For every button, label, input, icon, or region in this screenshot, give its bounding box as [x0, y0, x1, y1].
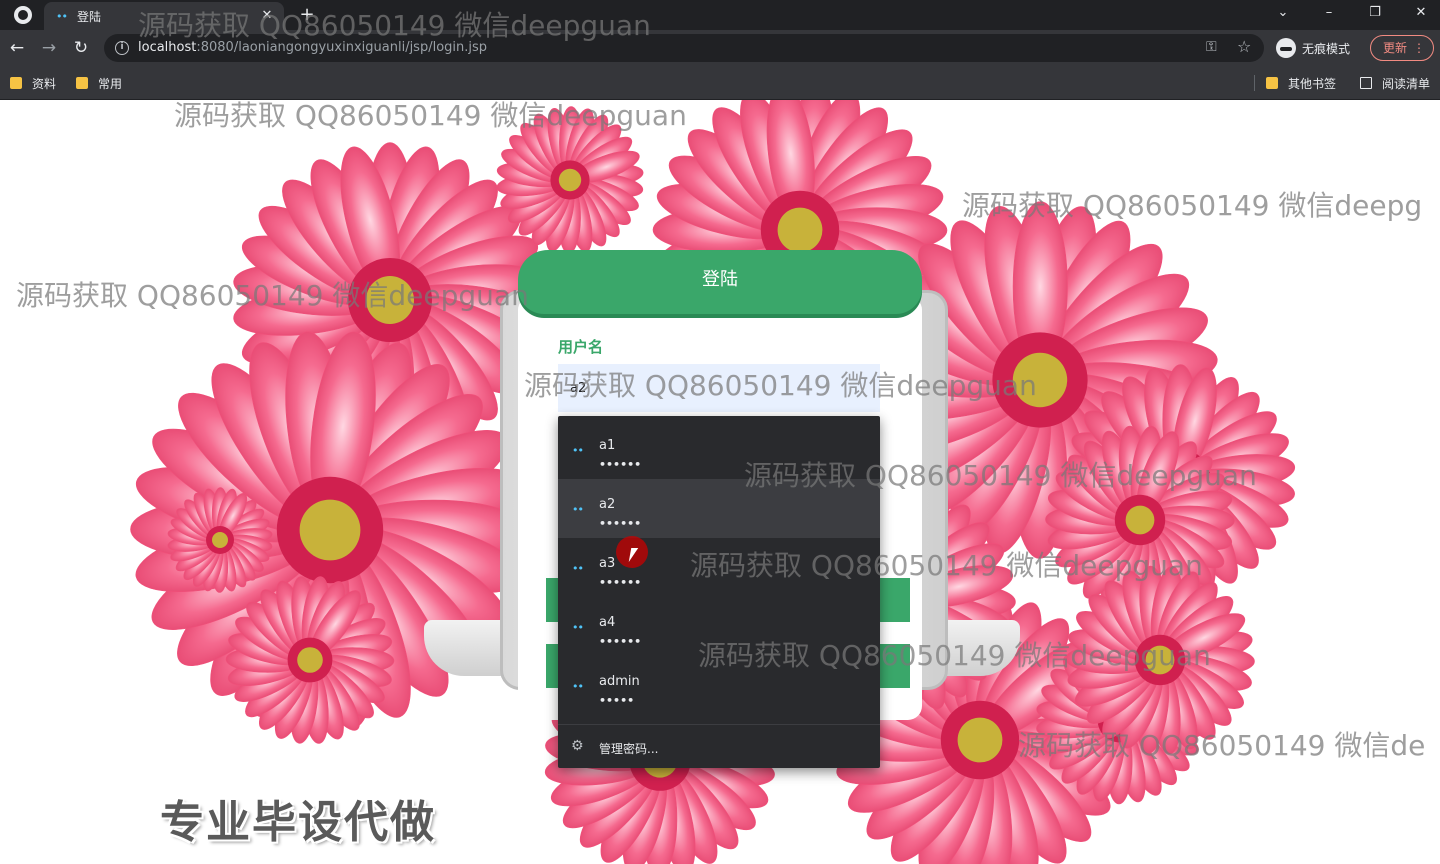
update-label: 更新	[1383, 41, 1408, 55]
autofill-divider	[558, 724, 880, 725]
autofill-username: a2	[599, 497, 616, 512]
url-path: :8080/laoniangongyuxinxiguanli/jsp/login…	[196, 40, 488, 55]
login-title: 登陆	[518, 250, 922, 314]
autofill-item-admin[interactable]: •• admin •••••	[558, 656, 880, 715]
autofill-username: a1	[599, 438, 616, 453]
bookmark-label: 常用	[98, 76, 123, 91]
username-label: 用户名	[558, 338, 604, 356]
folder-icon	[10, 77, 22, 89]
reading-list-label: 阅读清单	[1382, 76, 1431, 91]
autofill-password-mask: •••••	[599, 694, 635, 707]
promo-text: 专业毕设代做	[160, 797, 436, 848]
autofill-password-mask: ••••••	[599, 458, 642, 471]
restore-button[interactable]: ❐	[1360, 2, 1390, 24]
autofill-password-mask: ••••••	[599, 635, 642, 648]
autofill-username: admin	[599, 674, 640, 689]
address-toolbar: ← → ↻ i localhost:8080/laoniangongyuxinx…	[0, 30, 1440, 66]
back-arrow-icon[interactable]: ←	[6, 38, 28, 60]
autofill-password-mask: ••••••	[599, 576, 642, 589]
autofill-password-mask: ••••••	[599, 517, 642, 530]
tab-bar: •• 登陆 ✕ + ⌄ – ❐ ✕	[0, 0, 1440, 30]
key-icon: ••	[572, 680, 584, 693]
new-tab-button[interactable]: +	[296, 4, 318, 26]
autofill-username: a4	[599, 615, 616, 630]
url-host: localhost	[138, 40, 197, 55]
update-button[interactable]: 更新 ⋮	[1370, 35, 1434, 61]
password-autofill-dropdown: •• a1 •••••• •• a2 •••••• •• a3 •••••• •…	[558, 416, 880, 768]
manage-passwords-item[interactable]: ⚙ 管理密码...	[558, 728, 880, 768]
other-bookmarks[interactable]: 其他书签	[1266, 74, 1336, 92]
bookmark-folder-ziliao[interactable]: 资料	[10, 74, 56, 92]
close-window-button[interactable]: ✕	[1406, 2, 1436, 24]
incognito-label: 无痕模式	[1302, 41, 1351, 56]
bookmark-star-icon[interactable]: ☆	[1237, 37, 1251, 56]
key-icon: ••	[572, 503, 584, 516]
folder-icon	[1266, 77, 1278, 89]
key-icon: ••	[572, 562, 584, 575]
bookmarks-bar: 资料 常用 其他书签 阅读清单	[0, 66, 1440, 100]
site-info-icon[interactable]: i	[115, 41, 129, 55]
tab-title: 登陆	[76, 9, 101, 24]
browser-logo-icon[interactable]	[14, 6, 32, 24]
autofill-item-a3[interactable]: •• a3 ••••••	[558, 538, 880, 597]
manage-passwords-label: 管理密码...	[599, 742, 659, 756]
address-bar[interactable]: i localhost:8080/laoniangongyuxinxiguanl…	[104, 34, 1264, 62]
key-icon: ••	[572, 444, 584, 457]
incognito-indicator[interactable]: 无痕模式	[1276, 36, 1350, 60]
other-bookmarks-label: 其他书签	[1288, 76, 1337, 91]
tab-login[interactable]: •• 登陆 ✕	[44, 2, 284, 30]
menu-dots-icon: ⋮	[1413, 41, 1425, 55]
page-content: 登陆 用户名 •• a1 •••••• •• a2 •••••• •• a3 •…	[0, 100, 1440, 864]
bookmark-label: 资料	[32, 76, 57, 91]
reload-icon[interactable]: ↻	[70, 38, 92, 60]
autofill-item-a2[interactable]: •• a2 ••••••	[558, 479, 880, 538]
autofill-username: a3	[599, 556, 616, 571]
gear-icon: ⚙	[571, 738, 584, 754]
bookmark-folder-changyong[interactable]: 常用	[76, 74, 122, 92]
autofill-item-a4[interactable]: •• a4 ••••••	[558, 597, 880, 656]
tab-close-icon[interactable]: ✕	[258, 7, 276, 25]
forward-arrow-icon[interactable]: →	[38, 38, 60, 60]
autofill-item-a1[interactable]: •• a1 ••••••	[558, 420, 880, 479]
reading-list-icon	[1360, 77, 1372, 89]
minimize-button[interactable]: –	[1314, 2, 1344, 24]
username-input[interactable]	[558, 364, 880, 412]
key-icon: ••	[572, 621, 584, 634]
folder-icon	[76, 77, 88, 89]
bookmarks-divider	[1254, 75, 1255, 91]
tab-search-chevron-icon[interactable]: ⌄	[1268, 2, 1298, 24]
url-text[interactable]: localhost:8080/laoniangongyuxinxiguanli/…	[138, 40, 487, 55]
password-key-icon[interactable]: ⚿	[1206, 39, 1217, 55]
incognito-icon	[1276, 38, 1296, 58]
tab-favicon-icon: ••	[56, 9, 68, 23]
reading-list[interactable]: 阅读清单	[1360, 74, 1430, 92]
flower-image	[496, 106, 644, 254]
